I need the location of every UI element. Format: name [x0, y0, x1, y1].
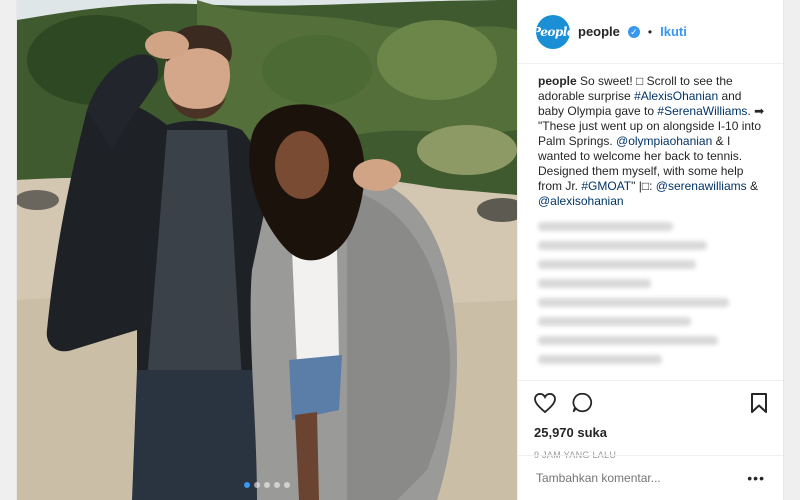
- header-separator: •: [647, 24, 653, 39]
- post-actions: 25,970 suka 9 JAM YANG LALU: [518, 380, 783, 460]
- comment-bar: •••: [518, 455, 783, 500]
- caption-username[interactable]: people: [538, 74, 577, 88]
- carousel-indicator: [17, 482, 517, 488]
- carousel-dot: [244, 482, 250, 488]
- hashtag-link[interactable]: #AlexisOhanian: [634, 89, 718, 103]
- hashtag-link[interactable]: #SerenaWilliams: [657, 104, 747, 118]
- bookmark-icon[interactable]: [751, 392, 767, 418]
- carousel-dot: [254, 482, 260, 488]
- blurred-comments: [518, 209, 783, 374]
- action-icons: [534, 389, 767, 421]
- verified-icon: ✓: [627, 25, 640, 38]
- carousel-dot: [264, 482, 270, 488]
- blurred-comment: [538, 317, 691, 326]
- blurred-comment: [538, 298, 730, 307]
- caption-text: &: [746, 179, 758, 193]
- mention-link[interactable]: @olympiaohanian: [616, 134, 712, 148]
- blurred-comment: [538, 222, 673, 231]
- photo-illustration: [17, 0, 517, 500]
- comment-icon[interactable]: [572, 392, 593, 418]
- blurred-comment: [538, 336, 718, 345]
- post-side-panel: People people ✓ • Ikuti people So sweet!…: [517, 0, 783, 500]
- post-photo[interactable]: [17, 0, 517, 500]
- mention-link[interactable]: @alexisohanian: [538, 194, 624, 208]
- post-caption: people So sweet! □ Scroll to see the ado…: [518, 64, 783, 209]
- hashtag-link[interactable]: #GMOAT: [581, 179, 631, 193]
- blurred-comment: [538, 279, 651, 288]
- carousel-dot: [284, 482, 290, 488]
- blurred-comment: [538, 241, 707, 250]
- more-options-icon[interactable]: •••: [747, 470, 765, 486]
- comment-input[interactable]: [536, 471, 748, 485]
- heart-icon[interactable]: [534, 392, 556, 418]
- post-modal: People people ✓ • Ikuti people So sweet!…: [16, 0, 784, 500]
- like-count[interactable]: 25,970 suka: [534, 425, 767, 440]
- username-link[interactable]: people: [578, 24, 620, 39]
- blurred-comment: [538, 355, 662, 364]
- blurred-comment: [538, 260, 696, 269]
- caption-text: So sweet!: [576, 74, 637, 88]
- page-background: People people ✓ • Ikuti people So sweet!…: [0, 0, 800, 500]
- follow-button[interactable]: Ikuti: [660, 24, 687, 39]
- mention-link[interactable]: @serenawilliams: [656, 179, 747, 193]
- caption-text: " |□:: [631, 179, 656, 193]
- post-header: People people ✓ • Ikuti: [518, 0, 783, 64]
- carousel-dot: [274, 482, 280, 488]
- avatar[interactable]: People: [532, 14, 574, 49]
